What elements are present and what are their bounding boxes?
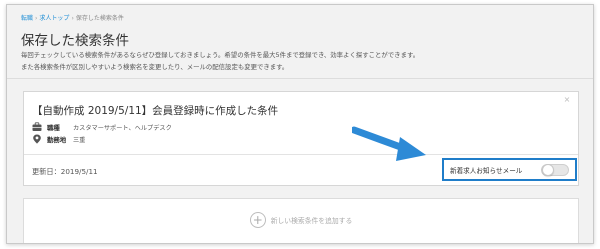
notification-label: 新着求人お知らせメール	[450, 166, 523, 175]
plus-icon: +	[249, 212, 266, 228]
breadcrumb-current: 保存した検索条件	[75, 15, 124, 22]
saved-search-title[interactable]: 【自動作成 2019/5/11】会員登録時に作成した条件	[32, 103, 278, 118]
briefcase-icon	[32, 122, 42, 131]
updated-date: 更新日：2019/5/11	[32, 167, 98, 176]
add-search-content: + 新しい検索条件を追加する	[24, 212, 578, 228]
location-row: 勤務地 三重	[32, 134, 85, 144]
job-type-value: カスタマーサポート、ヘルプデスク	[73, 124, 172, 132]
arrow-icon	[352, 126, 426, 161]
breadcrumb-link-jobs-top[interactable]: 求人トップ	[39, 15, 69, 22]
notification-setting: 新着求人お知らせメール	[442, 158, 577, 181]
location-pin-icon	[33, 134, 41, 144]
close-icon[interactable]: ×	[562, 95, 572, 105]
breadcrumb-link-career[interactable]: 転職	[21, 15, 33, 22]
saved-search-card: × 【自動作成 2019/5/11】会員登録時に作成した条件 職種 カスタマーサ…	[23, 91, 579, 186]
location-label: 勤務地	[47, 135, 67, 144]
location-value: 三重	[73, 136, 86, 144]
add-search-button[interactable]: + 新しい検索条件を追加する	[23, 198, 579, 243]
job-type-row: 職種 カスタマーサポート、ヘルプデスク	[32, 122, 172, 132]
notification-toggle[interactable]	[541, 164, 569, 176]
card-divider	[24, 154, 578, 155]
toggle-knob	[542, 164, 554, 176]
page-title: 保存した検索条件	[21, 33, 129, 49]
job-type-label: 職種	[47, 123, 60, 132]
page-description-secondary: また各検索条件が区別しやすいよう検索名を変更したり、メールの配信設定も変更できま…	[21, 63, 289, 71]
page-description: 毎回チェックしている検索条件があるならぜひ登録しておきましょう。希望の条件を最大…	[21, 51, 420, 59]
breadcrumb: 転職 › 求人トップ › 保存した検索条件	[21, 13, 124, 22]
breadcrumb-separator: ›	[71, 15, 74, 22]
add-search-label: 新しい検索条件を追加する	[270, 217, 353, 225]
header-divider	[7, 78, 593, 79]
breadcrumb-separator: ›	[35, 15, 38, 22]
page-frame: 転職 › 求人トップ › 保存した検索条件 保存した検索条件 毎回チェックしている検索条…	[6, 4, 594, 244]
